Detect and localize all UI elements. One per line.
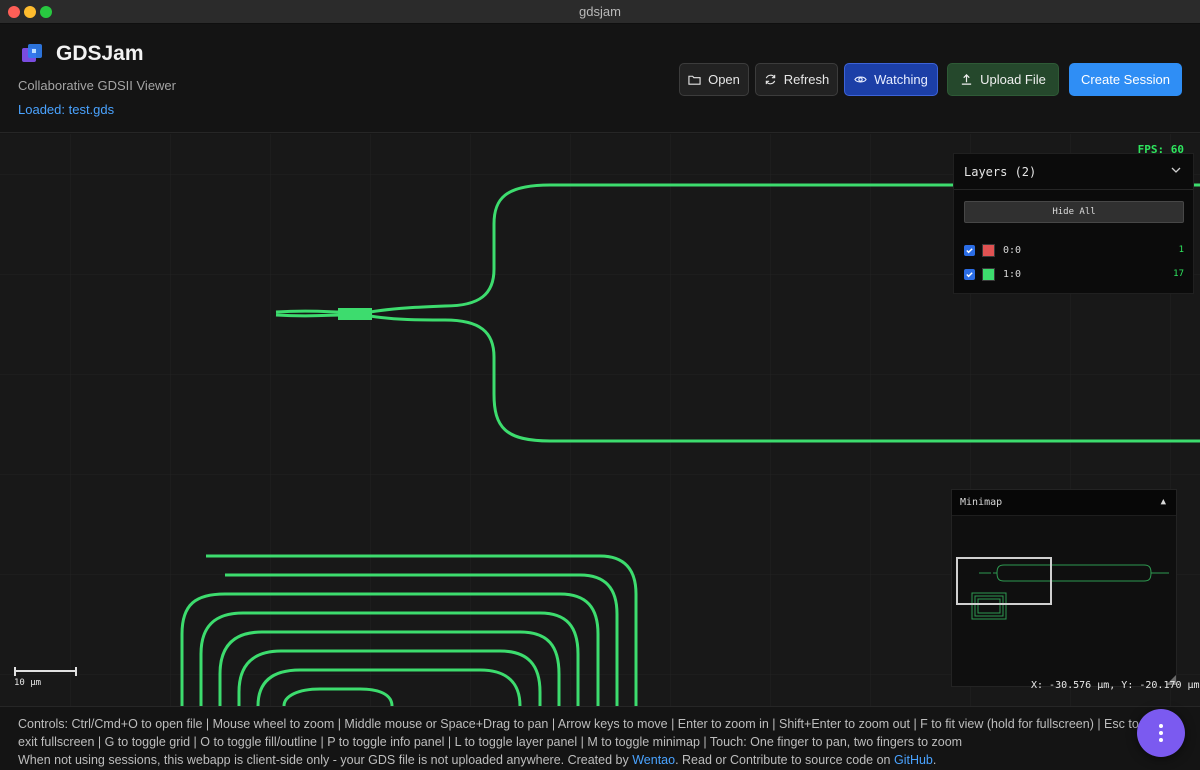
chevron-down-icon[interactable] bbox=[1171, 165, 1181, 175]
note-text: When not using sessions, this webapp is … bbox=[18, 753, 633, 767]
fab-dot bbox=[1159, 724, 1163, 728]
fab-dot bbox=[1159, 738, 1163, 742]
layer-count: 17 bbox=[1173, 269, 1184, 279]
app-name: GDSJam bbox=[56, 42, 144, 65]
layer-row: 0:0 1 bbox=[964, 242, 1184, 258]
scale-bar: 10 µm bbox=[14, 667, 77, 688]
app-logo-icon bbox=[22, 44, 42, 62]
hide-all-button[interactable]: Hide All bbox=[964, 201, 1184, 223]
eye-icon bbox=[854, 76, 867, 83]
github-link[interactable]: GitHub bbox=[894, 753, 933, 767]
app-header: GDSJam Collaborative GDSII Viewer Loaded… bbox=[0, 24, 1200, 133]
splitter-body bbox=[338, 308, 372, 320]
refresh-button[interactable]: Refresh bbox=[755, 63, 838, 96]
scale-bar-label: 10 µm bbox=[14, 678, 42, 688]
note-text-mid: . Read or Contribute to source code on bbox=[675, 753, 894, 767]
check-icon bbox=[966, 247, 973, 253]
cursor-coordinates: X: -30.576 µm, Y: -20.170 µm bbox=[1031, 680, 1200, 691]
layer-visibility-checkbox[interactable] bbox=[964, 244, 975, 256]
minimap-header[interactable]: Minimap ▲ bbox=[952, 490, 1176, 516]
author-link[interactable]: Wentao bbox=[632, 753, 675, 767]
layer-color-swatch[interactable] bbox=[982, 267, 995, 281]
open-button[interactable]: Open bbox=[679, 63, 749, 96]
layer-color-swatch[interactable] bbox=[982, 243, 995, 257]
layers-panel-title: Layers (2) bbox=[964, 165, 1037, 179]
layer-visibility-checkbox[interactable] bbox=[964, 268, 975, 280]
create-session-button[interactable]: Create Session bbox=[1069, 63, 1182, 96]
minimap-panel: Minimap ▲ bbox=[951, 489, 1177, 687]
note-text-end: . bbox=[932, 753, 937, 767]
create-session-label: Create Session bbox=[1081, 72, 1170, 87]
privacy-note: When not using sessions, this webapp is … bbox=[18, 753, 936, 767]
window-titlebar: gdsjam bbox=[0, 0, 1200, 24]
layer-name: 0:0 bbox=[1003, 244, 1022, 256]
layers-panel: Layers (2) Hide All 0:0 1 1:0 17 bbox=[953, 153, 1194, 294]
minimap-title: Minimap bbox=[960, 497, 1003, 508]
app-subtitle: Collaborative GDSII Viewer bbox=[18, 78, 176, 93]
upload-icon bbox=[961, 74, 972, 85]
footer: Controls: Ctrl/Cmd+O to open file | Mous… bbox=[0, 706, 1200, 770]
layer-count: 1 bbox=[1178, 245, 1184, 255]
minimap-collapse-toggle[interactable]: ▲ bbox=[1161, 497, 1166, 507]
fab-dot bbox=[1159, 731, 1163, 735]
loaded-file-label: Loaded: test.gds bbox=[18, 102, 115, 117]
watching-button-label: Watching bbox=[874, 72, 928, 87]
controls-help: Controls: Ctrl/Cmd+O to open file | Mous… bbox=[18, 717, 1139, 749]
refresh-icon bbox=[765, 74, 775, 85]
layer-name: 1:0 bbox=[1003, 268, 1022, 280]
gds-canvas[interactable]: FPS: 60 Layers (2) Hide All 0:0 1 1:0 17… bbox=[0, 134, 1200, 706]
watching-toggle-button[interactable]: Watching bbox=[844, 63, 938, 96]
scale-bar-line bbox=[14, 667, 77, 676]
check-icon bbox=[966, 271, 973, 277]
upload-button-label: Upload File bbox=[980, 72, 1046, 87]
layer-row: 1:0 17 bbox=[964, 266, 1184, 282]
refresh-button-label: Refresh bbox=[783, 72, 830, 87]
folder-icon bbox=[688, 75, 701, 85]
minimap-view[interactable] bbox=[952, 517, 1178, 688]
window-title: gdsjam bbox=[579, 4, 621, 19]
open-button-label: Open bbox=[708, 72, 740, 87]
more-vertical-icon[interactable] bbox=[1137, 709, 1185, 757]
upload-file-button[interactable]: Upload File bbox=[947, 63, 1059, 96]
layers-panel-header[interactable]: Layers (2) bbox=[954, 154, 1193, 190]
